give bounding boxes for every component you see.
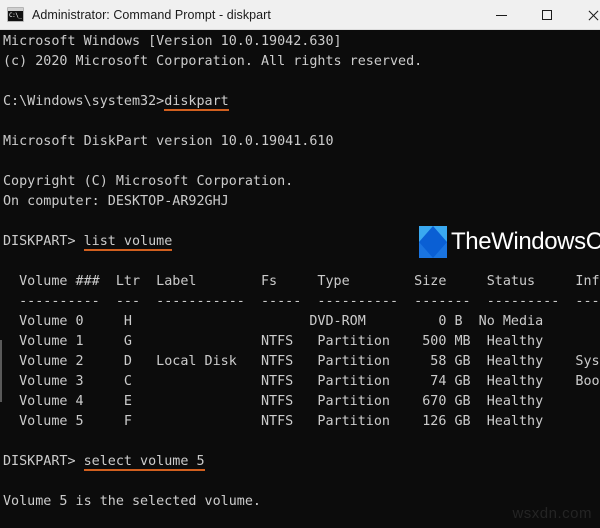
maximize-button[interactable] — [524, 0, 570, 30]
close-button[interactable] — [570, 0, 600, 30]
window-controls — [478, 0, 600, 30]
console-command: select volume 5 — [83, 454, 205, 469]
minimize-icon — [495, 14, 507, 16]
console-scrollbar-thumb[interactable] — [0, 340, 2, 402]
cmd-icon: C:\_ — [7, 7, 24, 22]
console-command: diskpart — [164, 94, 229, 109]
command-prompt-window: C:\_ Administrator: Command Prompt - dis… — [0, 0, 600, 528]
console-output-area[interactable]: Microsoft Windows [Version 10.0.19042.63… — [0, 30, 600, 528]
minimize-button[interactable] — [478, 0, 524, 30]
console-text: Microsoft Windows [Version 10.0.19042.63… — [3, 34, 600, 509]
close-icon — [588, 10, 599, 21]
console-scrollbar[interactable] — [0, 60, 2, 528]
window-title: Administrator: Command Prompt - diskpart — [32, 7, 271, 22]
maximize-icon — [542, 10, 552, 20]
console-command: list volume — [83, 234, 173, 249]
title-bar[interactable]: C:\_ Administrator: Command Prompt - dis… — [0, 0, 600, 30]
cmd-icon-prompt-glyph: C:\_ — [9, 12, 22, 19]
